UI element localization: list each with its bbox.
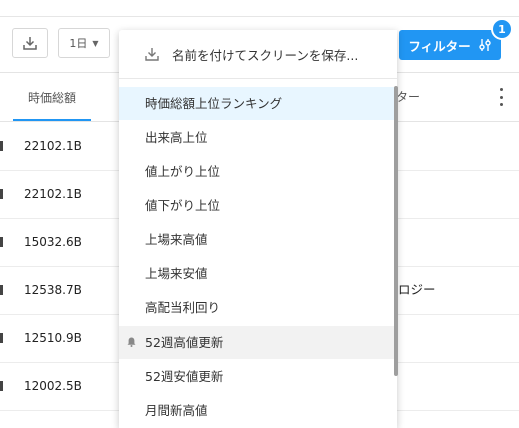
row-marker <box>0 285 3 295</box>
row-marker <box>0 189 3 199</box>
menu-item-top-losers[interactable]: 値下がり上位 <box>119 189 397 222</box>
menu-item-label: 52週高値更新 <box>145 335 224 350</box>
chevron-down-icon: ▼ <box>92 38 99 48</box>
bell-icon <box>127 337 136 347</box>
menu-item-top-gainers[interactable]: 値上がり上位 <box>119 155 397 188</box>
menu-item-market-cap-ranking[interactable]: 時価総額上位ランキング <box>119 87 397 120</box>
row-marker <box>0 381 3 391</box>
filter-count-badge: 1 <box>491 18 513 40</box>
row-marker <box>0 237 3 247</box>
menu-item-52w-high[interactable]: 52週高値更新 <box>119 326 397 359</box>
download-icon <box>23 37 37 50</box>
menu-item-all-time-low[interactable]: 上場来安値 <box>119 257 397 290</box>
download-button[interactable] <box>12 28 48 58</box>
save-screen-item[interactable]: 名前を付けてスクリーンを保存... <box>119 30 397 79</box>
market-cap-value: 22102.1B <box>24 187 82 201</box>
sliders-icon <box>478 39 491 51</box>
market-cap-value: 15032.6B <box>24 235 82 249</box>
period-select[interactable]: 1日 ▼ <box>58 28 110 58</box>
dropdown-scrollbar[interactable] <box>394 86 398 376</box>
market-cap-value: 22102.1B <box>24 139 82 153</box>
menu-item-volume-top[interactable]: 出来高上位 <box>119 121 397 154</box>
save-screen-label: 名前を付けてスクリーンを保存... <box>172 47 359 63</box>
column-header-market-cap[interactable]: 時価総額 <box>13 73 91 121</box>
period-label: 1日 <box>69 37 88 50</box>
menu-item-monthly-high[interactable]: 月間新高値 <box>119 394 397 427</box>
more-vertical-icon[interactable] <box>494 88 508 106</box>
market-cap-value: 12538.7B <box>24 283 82 297</box>
sector-value: ロジー <box>398 282 436 297</box>
menu-item-all-time-high[interactable]: 上場来高値 <box>119 223 397 256</box>
row-marker <box>0 333 3 343</box>
filter-button[interactable]: フィルター <box>399 30 501 60</box>
market-cap-value: 12002.5B <box>24 379 82 393</box>
row-marker <box>0 141 3 151</box>
menu-item-52w-low[interactable]: 52週安値更新 <box>119 360 397 393</box>
menu-item-high-dividend[interactable]: 高配当利回り <box>119 291 397 324</box>
filter-label: フィルター <box>408 38 471 54</box>
download-icon <box>145 48 159 61</box>
column-header-sector[interactable]: ター <box>396 88 420 105</box>
screener-dropdown-menu: 名前を付けてスクリーンを保存... 時価総額上位ランキング 出来高上位 値上がり… <box>119 30 397 428</box>
market-cap-value: 12510.9B <box>24 331 82 345</box>
top-divider <box>0 16 519 17</box>
